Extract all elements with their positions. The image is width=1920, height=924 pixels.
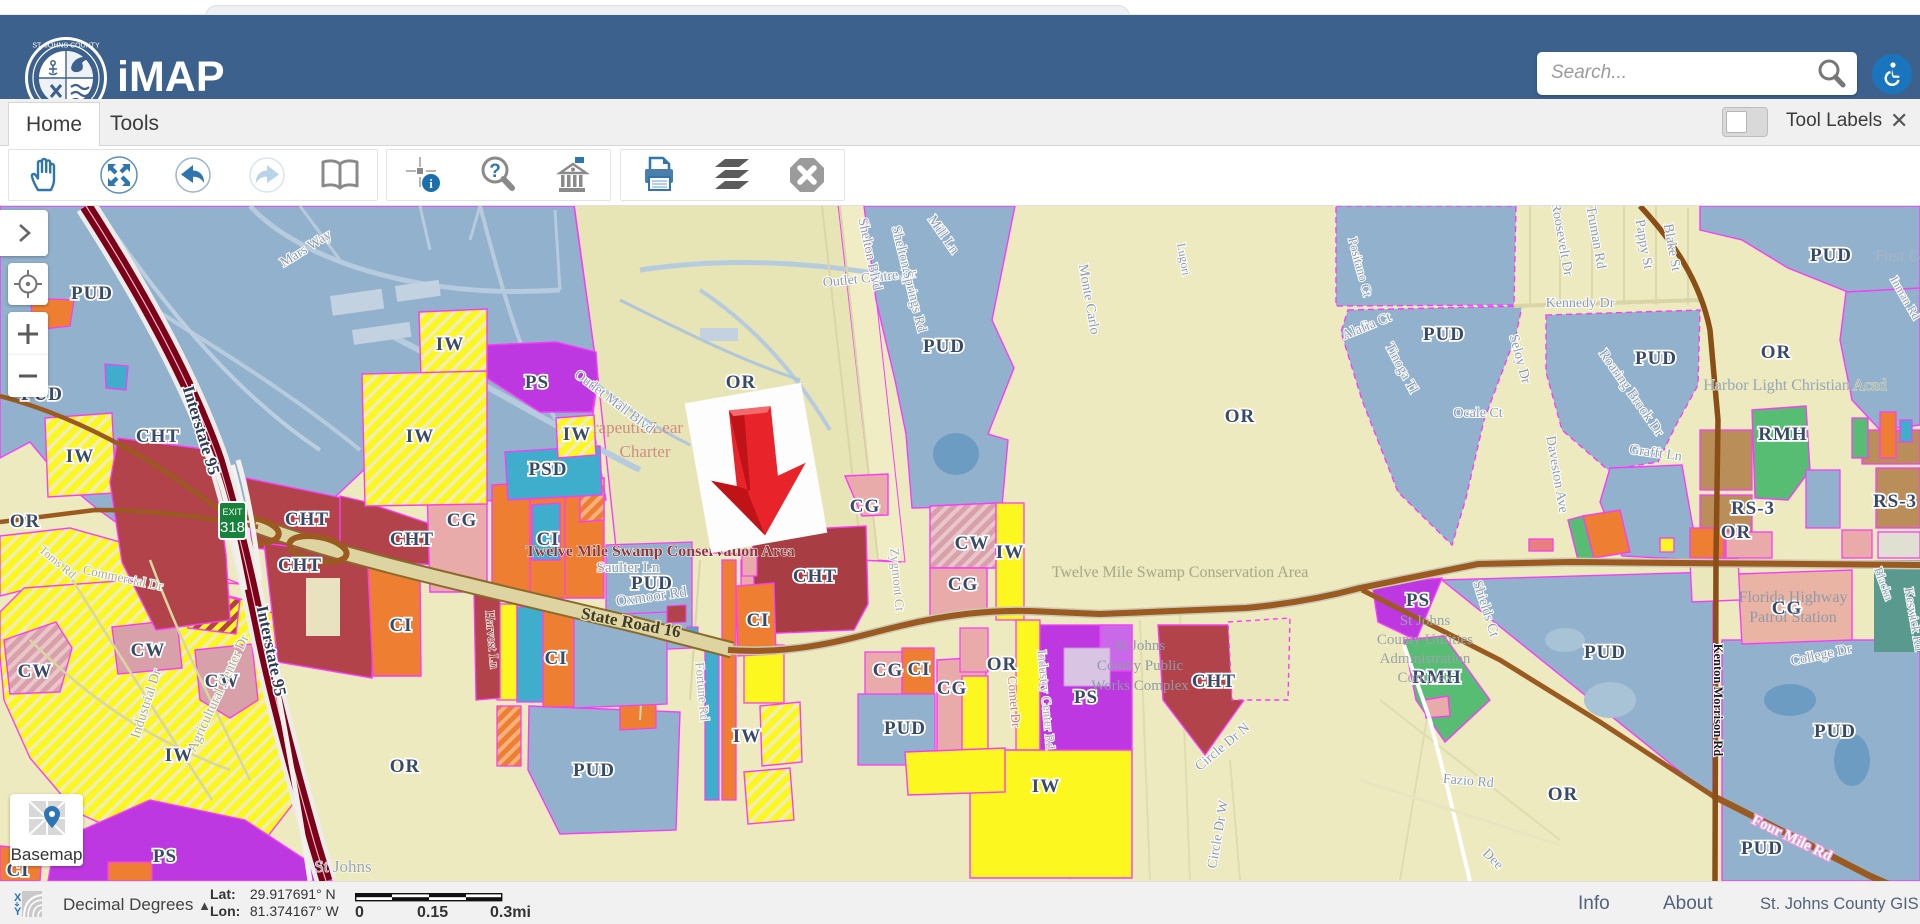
svg-text:PSD: PSD xyxy=(529,459,568,480)
svg-text:PUD: PUD xyxy=(1814,721,1856,742)
svg-text:Twelve Mile Swamp Conservation: Twelve Mile Swamp Conservation Area xyxy=(525,543,795,560)
svg-text:RS-3: RS-3 xyxy=(1731,498,1775,519)
svg-text:CHT: CHT xyxy=(278,555,322,576)
svg-text:?: ? xyxy=(490,161,502,182)
svg-text:CHT: CHT xyxy=(285,509,329,530)
svg-text:County Public: County Public xyxy=(1097,658,1184,674)
svg-text:CI: CI xyxy=(536,529,559,550)
svg-text:CG: CG xyxy=(850,496,881,517)
svg-text:St Johns: St Johns xyxy=(1400,613,1451,629)
svg-text:PUD: PUD xyxy=(1741,838,1783,859)
svg-text:OR: OR xyxy=(1225,406,1256,427)
svg-text:IW: IW xyxy=(406,426,434,447)
svg-text:IW: IW xyxy=(996,542,1024,563)
svg-text:OR: OR xyxy=(10,511,41,532)
svg-text:PUD: PUD xyxy=(71,283,113,304)
svg-text:County Utilities: County Utilities xyxy=(1377,632,1473,648)
svg-text:EXIT: EXIT xyxy=(222,507,243,517)
svg-text:IW: IW xyxy=(436,334,464,355)
svg-text:CHT: CHT xyxy=(793,566,837,587)
svg-text:RMH: RMH xyxy=(1758,424,1807,445)
svg-text:IW: IW xyxy=(563,424,591,445)
svg-text:CG: CG xyxy=(948,574,979,595)
svg-text:0: 0 xyxy=(355,904,364,919)
svg-text:OR: OR xyxy=(390,756,421,777)
svg-text:RS-3: RS-3 xyxy=(1873,491,1917,512)
svg-text:i: i xyxy=(429,176,433,191)
svg-text:PUD: PUD xyxy=(1635,348,1677,369)
svg-text:CHT: CHT xyxy=(136,426,180,447)
svg-text:PUD: PUD xyxy=(923,336,965,357)
svg-text:Works Complex: Works Complex xyxy=(1091,678,1189,694)
svg-text:First Co: First Co xyxy=(1875,248,1920,265)
svg-text:OR: OR xyxy=(1548,784,1579,805)
svg-text:Y: Y xyxy=(14,906,22,918)
svg-text:CHT: CHT xyxy=(1192,671,1236,692)
svg-text:OR: OR xyxy=(987,654,1018,675)
svg-text:St Johns: St Johns xyxy=(1115,638,1166,654)
svg-text:CW: CW xyxy=(955,533,990,554)
svg-text:Ocale Ct: Ocale Ct xyxy=(1453,406,1502,421)
svg-text:CI: CI xyxy=(746,610,769,631)
svg-text:PUD: PUD xyxy=(1584,642,1626,663)
svg-text:CI: CI xyxy=(907,659,930,680)
svg-text:PUD: PUD xyxy=(884,718,926,739)
svg-text:CG: CG xyxy=(937,678,968,699)
svg-text:CW: CW xyxy=(18,661,53,682)
svg-text:IW: IW xyxy=(1032,776,1060,797)
svg-text:X: X xyxy=(14,892,22,904)
svg-text:Harbor Light Christian Acad: Harbor Light Christian Acad xyxy=(1703,377,1887,394)
svg-text:Charter: Charter xyxy=(620,442,671,461)
svg-text:Kennedy Dr: Kennedy Dr xyxy=(1546,296,1615,311)
svg-text:Kenton Morrison Rd: Kenton Morrison Rd xyxy=(1711,644,1725,757)
svg-text:Twelve Mile Swamp Conservation: Twelve Mile Swamp Conservation Area xyxy=(1052,564,1309,581)
svg-text:CG: CG xyxy=(447,510,478,531)
svg-text:318: 318 xyxy=(220,519,245,536)
svg-text:ST. JOHNS COUNTY: ST. JOHNS COUNTY xyxy=(32,43,100,50)
svg-text:PS: PS xyxy=(1406,590,1430,611)
svg-text:IW: IW xyxy=(66,446,94,467)
svg-text:OR: OR xyxy=(726,372,757,393)
svg-text:CHT: CHT xyxy=(390,529,434,550)
svg-text:IW: IW xyxy=(733,726,761,747)
svg-text:0.3mi: 0.3mi xyxy=(490,904,530,919)
svg-text:CI: CI xyxy=(544,648,567,669)
svg-text:PUD: PUD xyxy=(1423,324,1465,345)
svg-text:CG: CG xyxy=(873,660,904,681)
svg-text:Saulter Ln: Saulter Ln xyxy=(597,560,660,576)
svg-text:CI: CI xyxy=(389,615,412,636)
svg-text:PS: PS xyxy=(153,846,177,867)
svg-text:Patrol Station: Patrol Station xyxy=(1749,609,1837,626)
svg-text:Administration: Administration xyxy=(1380,651,1471,667)
svg-text:PS: PS xyxy=(525,372,549,393)
svg-text:0.15: 0.15 xyxy=(417,904,448,919)
svg-text:OR: OR xyxy=(1761,342,1792,363)
svg-text:PUD: PUD xyxy=(1810,245,1852,266)
svg-text:OR: OR xyxy=(1721,522,1752,543)
svg-text:St Johns: St Johns xyxy=(314,857,371,876)
svg-text:Complex: Complex xyxy=(1398,670,1453,686)
svg-text:CW: CW xyxy=(131,640,166,661)
svg-text:Florida Highway: Florida Highway xyxy=(1739,589,1848,606)
svg-text:PUD: PUD xyxy=(573,760,615,781)
